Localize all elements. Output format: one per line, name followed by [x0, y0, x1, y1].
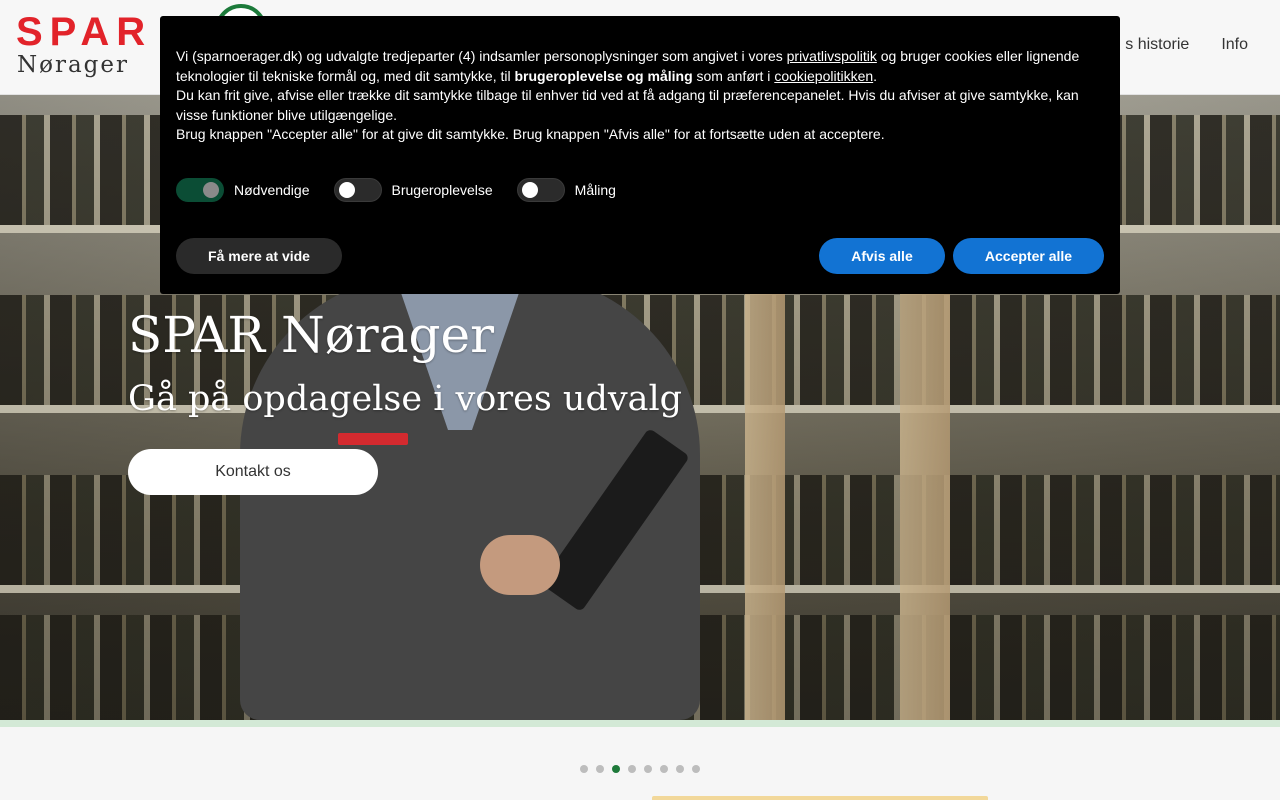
cookie-text-segment: . — [873, 67, 878, 84]
switch-knob — [203, 182, 219, 198]
carousel-dot[interactable] — [628, 765, 636, 773]
switch-knob — [338, 182, 355, 198]
carousel-dot[interactable] — [692, 765, 700, 773]
toggle-measurement[interactable]: Måling — [516, 178, 616, 202]
hero-subtitle: Gå på opdagelse i vores udvalg — [128, 379, 683, 419]
spar-badge — [338, 433, 408, 445]
reject-all-button[interactable]: Afvis alle — [819, 238, 945, 274]
carousel-dot[interactable] — [644, 765, 652, 773]
hand-image — [480, 535, 560, 595]
cookie-text-segment: Vi (sparnoerager.dk) og udvalgte tredjep… — [176, 48, 787, 64]
cookie-text-consent: Du kan frit give, afvise eller trække di… — [176, 87, 1079, 123]
switch-knob — [521, 182, 538, 198]
necessary-switch[interactable] — [176, 178, 224, 202]
carousel-dot[interactable] — [676, 765, 684, 773]
carousel-dot[interactable] — [596, 765, 604, 773]
hero-title: SPAR Nørager — [128, 306, 495, 364]
cookie-text-segment: som anført i — [692, 67, 775, 84]
hero-bottom-bar — [0, 720, 1280, 727]
cookie-consent-dialog: Vi (sparnoerager.dk) og udvalgte tredjep… — [160, 16, 1120, 294]
toggle-experience[interactable]: Brugeroplevelse — [333, 178, 493, 202]
experience-switch[interactable] — [333, 178, 382, 202]
nav-item-info[interactable]: Info — [1221, 36, 1248, 54]
cookie-text-instructions: Brug knappen "Accepter alle" for at give… — [176, 126, 885, 142]
toggle-label: Brugeroplevelse — [391, 182, 493, 198]
cookie-text-bold: brugeroplevelse og måling — [514, 67, 693, 84]
learn-more-button[interactable]: Få mere at vide — [176, 238, 342, 274]
carousel-dot[interactable] — [580, 765, 588, 773]
toggle-label: Nødvendige — [234, 182, 310, 198]
toggle-label: Måling — [574, 182, 616, 198]
accept-all-button[interactable]: Accepter alle — [953, 238, 1104, 274]
toggle-necessary[interactable]: Nødvendige — [176, 178, 310, 202]
cookie-notice-text: Vi (sparnoerager.dk) og udvalgte tredjep… — [176, 47, 1104, 145]
contact-button[interactable]: Kontakt os — [128, 449, 378, 495]
logo-location-text: Nørager — [17, 52, 130, 78]
privacy-policy-link[interactable]: privatlivspolitik — [787, 48, 877, 64]
measurement-switch[interactable] — [516, 178, 565, 202]
carousel-dot-active[interactable] — [612, 765, 620, 773]
nav-item-history[interactable]: s historie — [1125, 36, 1189, 54]
consent-toggles: Nødvendige Brugeroplevelse Måling — [176, 178, 640, 202]
cookie-policy-link[interactable]: cookiepolitikken — [774, 68, 873, 84]
carousel-dots — [580, 765, 700, 773]
next-section-card — [652, 796, 988, 800]
logo-brand-text: SPAR — [16, 10, 153, 54]
main-nav: s historie Info — [1125, 36, 1248, 54]
carousel-dot[interactable] — [660, 765, 668, 773]
